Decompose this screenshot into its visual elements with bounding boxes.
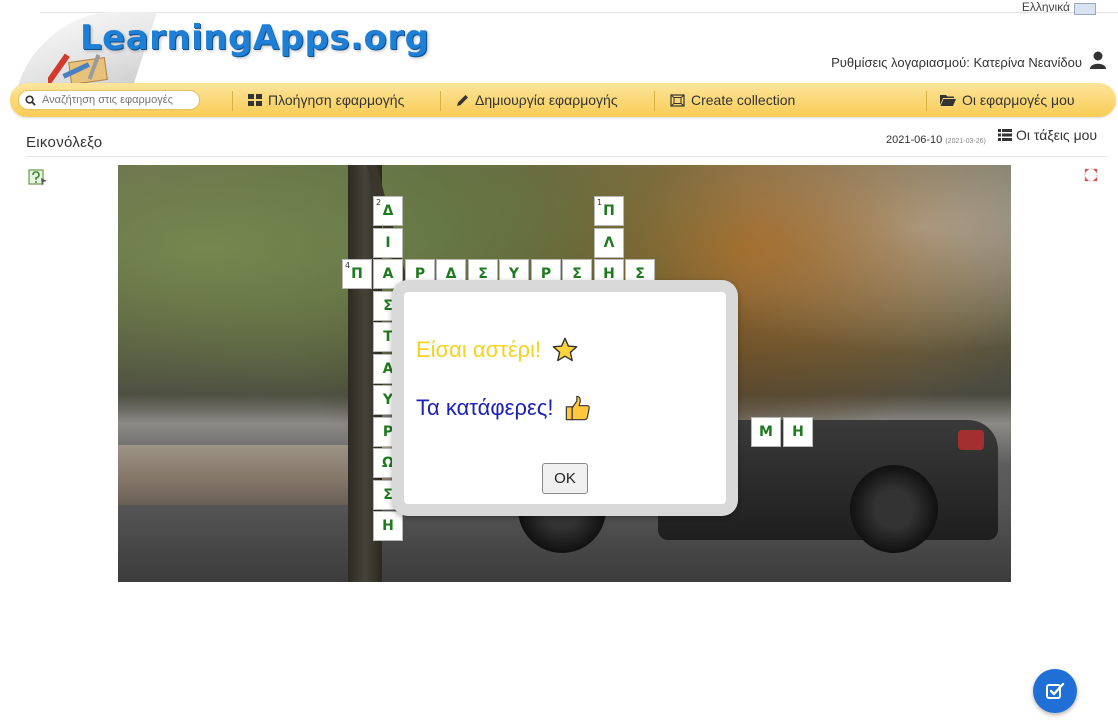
folder-icon — [940, 95, 956, 106]
feedback-button[interactable] — [1033, 669, 1077, 713]
user-icon[interactable] — [1088, 50, 1108, 70]
crossword-letter: Λ — [603, 235, 615, 251]
subheader-divider — [26, 156, 1108, 157]
crossword-letter: Ι — [385, 235, 391, 251]
nav-create-label: Δημιουργία εφαρμογής — [475, 92, 618, 108]
nav-my-apps-label: Οι εφαρμογές μου — [962, 92, 1075, 108]
thumbs-up-icon — [565, 395, 590, 421]
crossword-cell[interactable]: Η — [373, 511, 403, 541]
success-message-text: Τα κατάφερες! — [416, 395, 554, 420]
nav-separator — [926, 91, 927, 111]
nav-create-app[interactable]: Δημιουργία εφαρμογής — [456, 83, 618, 117]
language-link[interactable]: Ελληνικά — [1022, 0, 1070, 12]
grid-icon — [248, 94, 262, 106]
star-message-text: Είσαι αστέρι! — [416, 337, 542, 362]
nav-my-apps[interactable]: Οι εφαρμογές μου — [940, 83, 1075, 117]
nav-browse-apps[interactable]: Πλοήγηση εφαρμογής — [248, 83, 404, 117]
my-classes-label: Οι τάξεις μου — [1016, 127, 1098, 143]
logo-text: LearningApps.org — [80, 18, 430, 58]
crossword-cell[interactable]: 2Δ — [373, 196, 403, 226]
crossword-cell[interactable]: 4Π — [342, 259, 372, 289]
crossword-letter: Η — [792, 424, 804, 440]
app-date: 2021-06-10 (2021-03-26) — [886, 134, 986, 146]
success-dialog-body: Είσαι αστέρι! Τα κατάφερες! OK — [404, 292, 726, 504]
logo[interactable]: LearningApps.org — [17, 6, 429, 90]
crossword-cell[interactable]: 1Π — [594, 196, 624, 226]
crossword-clue-number: 4 — [345, 261, 351, 270]
crossword-letter: Δ — [382, 203, 394, 219]
crossword-clue-number: 1 — [597, 198, 603, 207]
success-message: Τα κατάφερες! — [416, 394, 592, 422]
nav-separator — [654, 91, 655, 111]
nav-separator — [232, 91, 233, 111]
crossword-letter: Π — [351, 266, 363, 282]
search-icon — [25, 94, 36, 106]
edit-check-icon — [1046, 682, 1065, 699]
pencil-icon — [457, 94, 468, 106]
nav-browse-label: Πλοήγηση εφαρμογής — [268, 92, 405, 108]
page-title: Εικονόλεξο — [26, 134, 103, 151]
background-wheel — [850, 465, 938, 553]
language-flag-icon[interactable] — [1074, 3, 1096, 15]
collection-icon — [670, 93, 685, 107]
my-classes-link[interactable]: Οι τάξεις μου — [998, 127, 1097, 143]
nav-collection-label: Create collection — [691, 92, 796, 108]
account-settings-link[interactable]: Ρυθμίσεις λογαριασμού: Κατερίνα Νεανίδου — [831, 55, 1082, 70]
search-box[interactable] — [18, 90, 200, 110]
nav-create-collection[interactable]: Create collection — [670, 83, 795, 117]
crossword-cell[interactable]: Μ — [751, 417, 781, 447]
crossword-letter: Μ — [759, 424, 773, 440]
main-navbar: Πλοήγηση εφαρμογής Δημιουργία εφαρμογής … — [10, 83, 1116, 117]
crossword-clue-number: 2 — [376, 198, 382, 207]
background-car-light — [958, 430, 984, 450]
search-input[interactable] — [40, 93, 194, 107]
star-icon — [552, 337, 578, 362]
app-date-created: (2021-03-26) — [945, 138, 986, 145]
crossword-cell[interactable]: Η — [783, 417, 813, 447]
crossword-cell[interactable]: Ι — [373, 228, 403, 258]
ok-button[interactable]: OK — [542, 463, 588, 494]
crossword-letter: Π — [603, 203, 615, 219]
nav-separator — [440, 91, 441, 111]
fullscreen-icon[interactable] — [1084, 168, 1098, 182]
list-icon — [998, 129, 1012, 141]
crossword-letter: Α — [382, 266, 394, 282]
success-dialog: Είσαι αστέρι! Τα κατάφερες! OK — [392, 280, 738, 516]
star-message: Είσαι αστέρι! — [416, 336, 579, 364]
app-date-updated: 2021-06-10 — [886, 134, 943, 146]
crossword-cell[interactable]: Λ — [594, 228, 624, 258]
help-icon[interactable] — [28, 168, 48, 186]
crossword-letter: Η — [382, 518, 394, 534]
